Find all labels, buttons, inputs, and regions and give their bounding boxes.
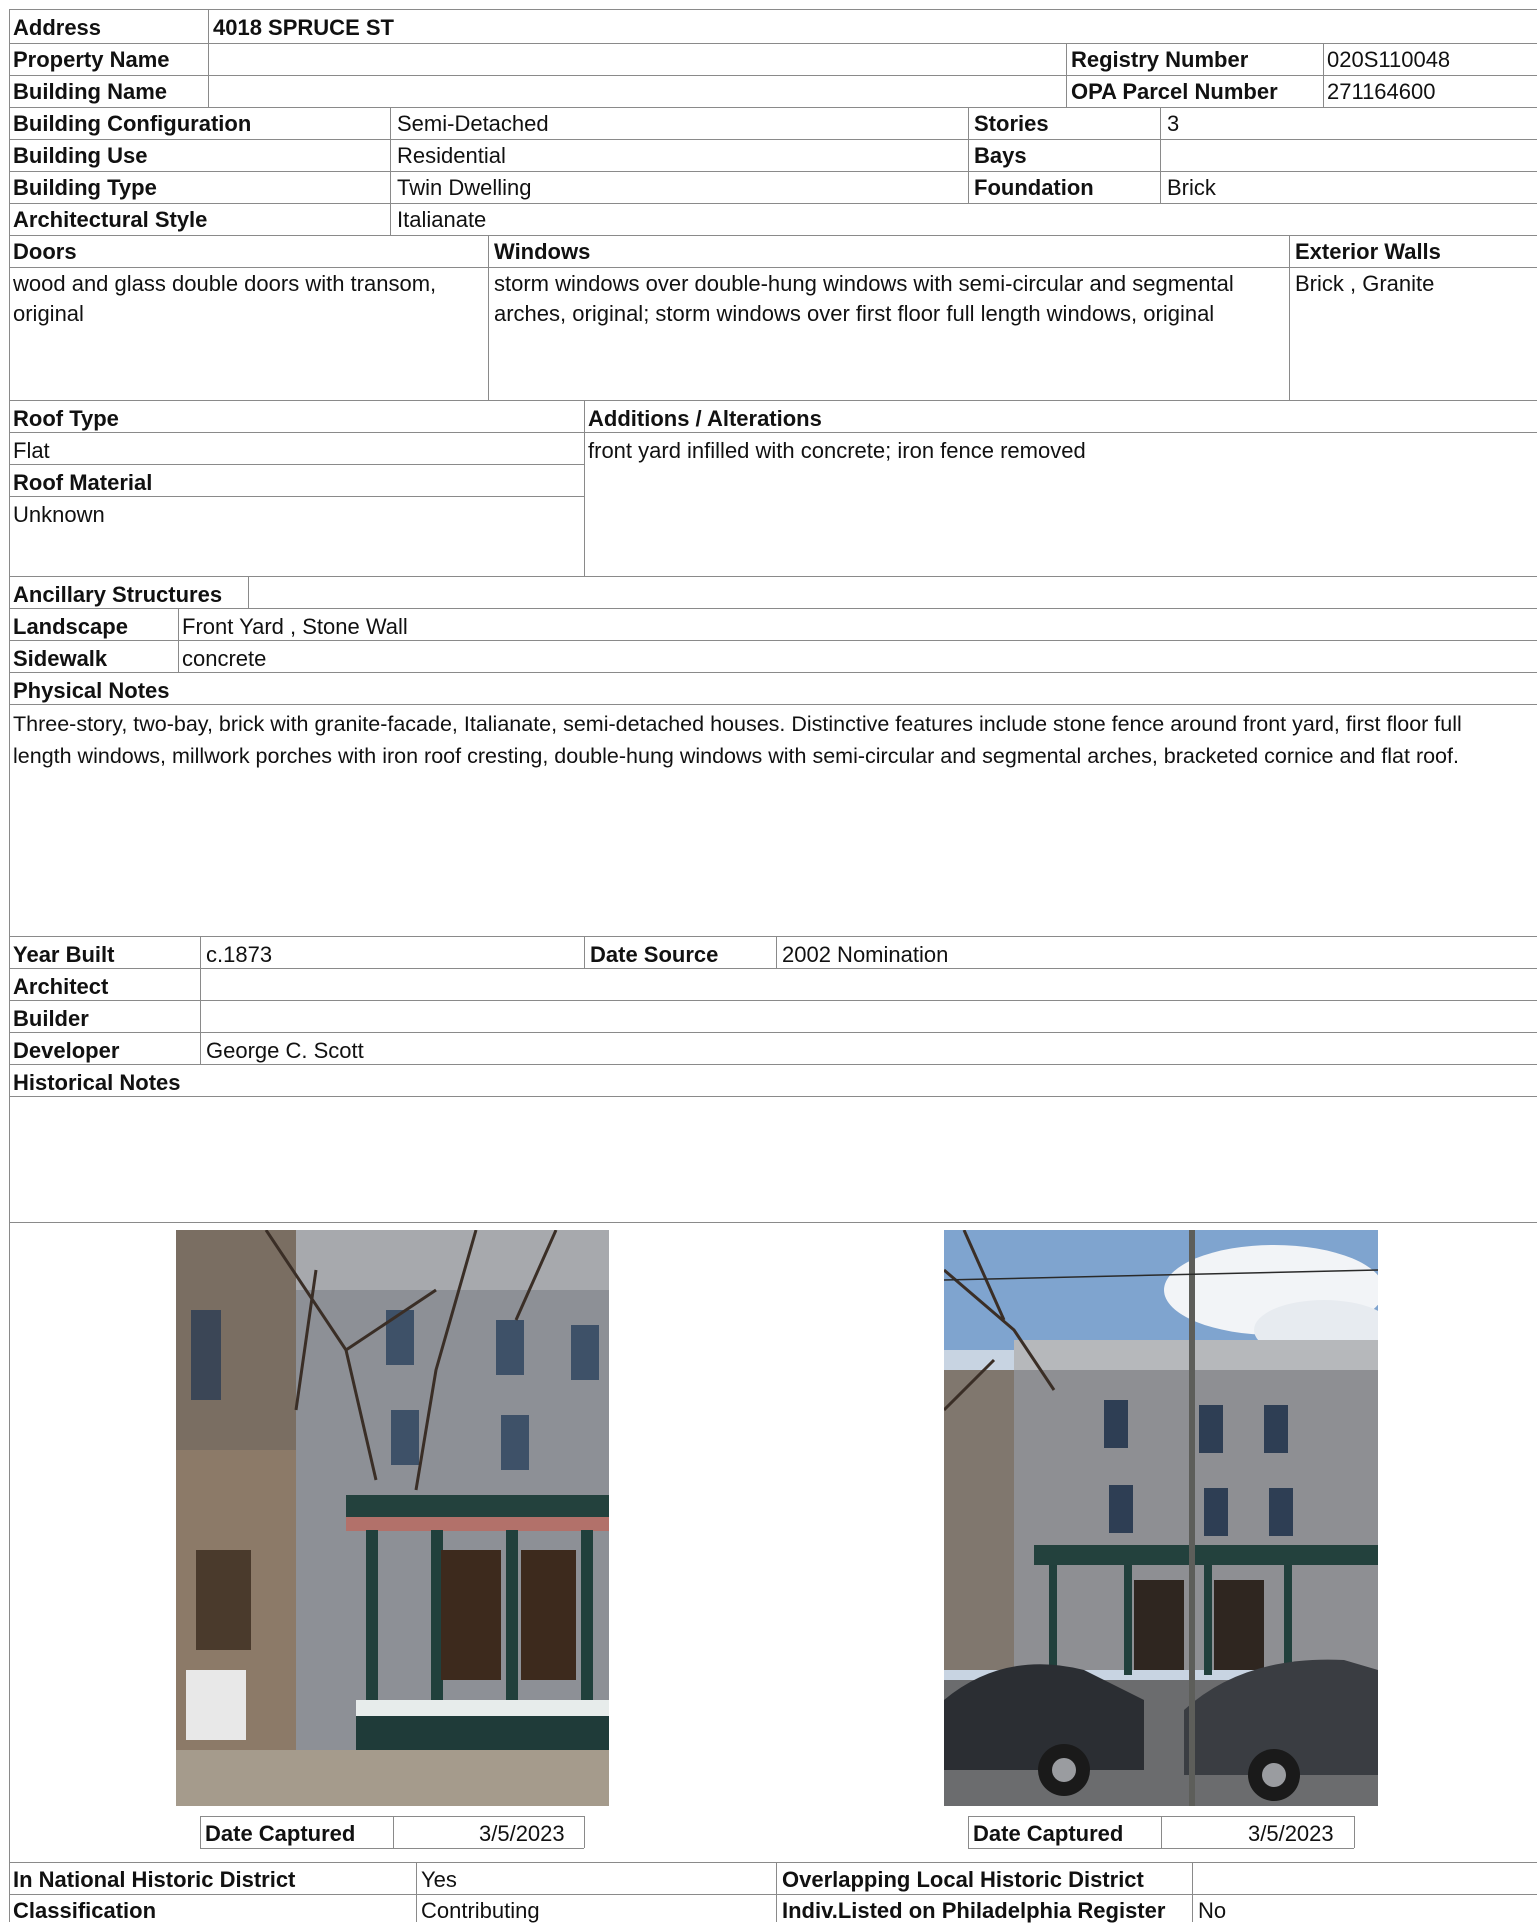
physical-notes-value: Three-story, two-bay, brick with granite… [13, 712, 1462, 768]
building-configuration-label: Building Configuration [13, 111, 252, 136]
national-historic-district-value: Yes [421, 1867, 457, 1892]
property-name-label: Property Name [13, 47, 170, 72]
year-built-value: c.1873 [206, 942, 273, 967]
developer-value: George C. Scott [206, 1038, 364, 1063]
building-use-label: Building Use [13, 143, 148, 168]
builder-label: Builder [13, 1006, 89, 1031]
bays-label: Bays [974, 143, 1027, 168]
windows-label: Windows [494, 239, 591, 264]
doors-value: wood and glass double doors with transom… [13, 271, 437, 326]
foundation-value: Brick [1167, 175, 1216, 200]
architectural-style-value: Italianate [397, 207, 487, 232]
address-label: Address [13, 15, 102, 40]
national-historic-district-label: In National Historic District [13, 1867, 296, 1892]
building-configuration-value: Semi-Detached [397, 111, 549, 136]
date-source-value: 2002 Nomination [782, 942, 949, 967]
additions-alterations-label: Additions / Alterations [588, 406, 822, 431]
landscape-label: Landscape [13, 614, 128, 639]
property-record-page: Address 4018 SPRUCE ST Property Name Reg… [0, 0, 1537, 1923]
building-type-value: Twin Dwelling [397, 175, 532, 200]
local-historic-district-label: Overlapping Local Historic District [782, 1867, 1144, 1892]
photo-2-date-value: 3/5/2023 [1248, 1821, 1334, 1846]
photo-2-date-label: Date Captured [973, 1821, 1124, 1846]
registry-number-value: 020S110048 [1327, 47, 1451, 72]
exterior-walls-value: Brick , Granite [1295, 271, 1435, 296]
additions-alterations-value: front yard infilled with concrete; iron … [588, 438, 1086, 463]
stories-label: Stories [974, 111, 1049, 136]
building-name-label: Building Name [13, 79, 168, 104]
opa-parcel-number-value: 271164600 [1327, 79, 1436, 104]
sidewalk-label: Sidewalk [13, 646, 108, 671]
stories-value: 3 [1167, 111, 1180, 136]
physical-notes-label: Physical Notes [13, 678, 170, 703]
exterior-walls-label: Exterior Walls [1295, 239, 1441, 264]
year-built-label: Year Built [13, 942, 115, 967]
date-source-label: Date Source [590, 942, 719, 967]
roof-material-value: Unknown [13, 502, 105, 527]
roof-type-value: Flat [13, 438, 50, 463]
doors-label: Doors [13, 239, 77, 264]
building-use-value: Residential [397, 143, 506, 168]
architectural-style-label: Architectural Style [13, 207, 208, 232]
photo-1-date-value: 3/5/2023 [479, 1821, 565, 1846]
photo-1-date-label: Date Captured [205, 1821, 356, 1846]
ancillary-structures-label: Ancillary Structures [13, 582, 223, 607]
building-photo-1 [176, 1230, 609, 1806]
foundation-label: Foundation [974, 175, 1094, 200]
building-photo-2 [944, 1230, 1378, 1806]
building-type-label: Building Type [13, 175, 157, 200]
landscape-value: Front Yard , Stone Wall [182, 614, 408, 639]
sidewalk-value: concrete [182, 646, 267, 671]
roof-material-label: Roof Material [13, 470, 153, 495]
historical-notes-label: Historical Notes [13, 1070, 181, 1095]
opa-parcel-number-label: OPA Parcel Number [1071, 79, 1278, 104]
roof-type-label: Roof Type [13, 406, 119, 431]
developer-label: Developer [13, 1038, 120, 1063]
address-value: 4018 SPRUCE ST [213, 15, 394, 40]
architect-label: Architect [13, 974, 109, 999]
registry-number-label: Registry Number [1071, 47, 1249, 72]
windows-value: storm windows over double-hung windows w… [494, 271, 1234, 326]
